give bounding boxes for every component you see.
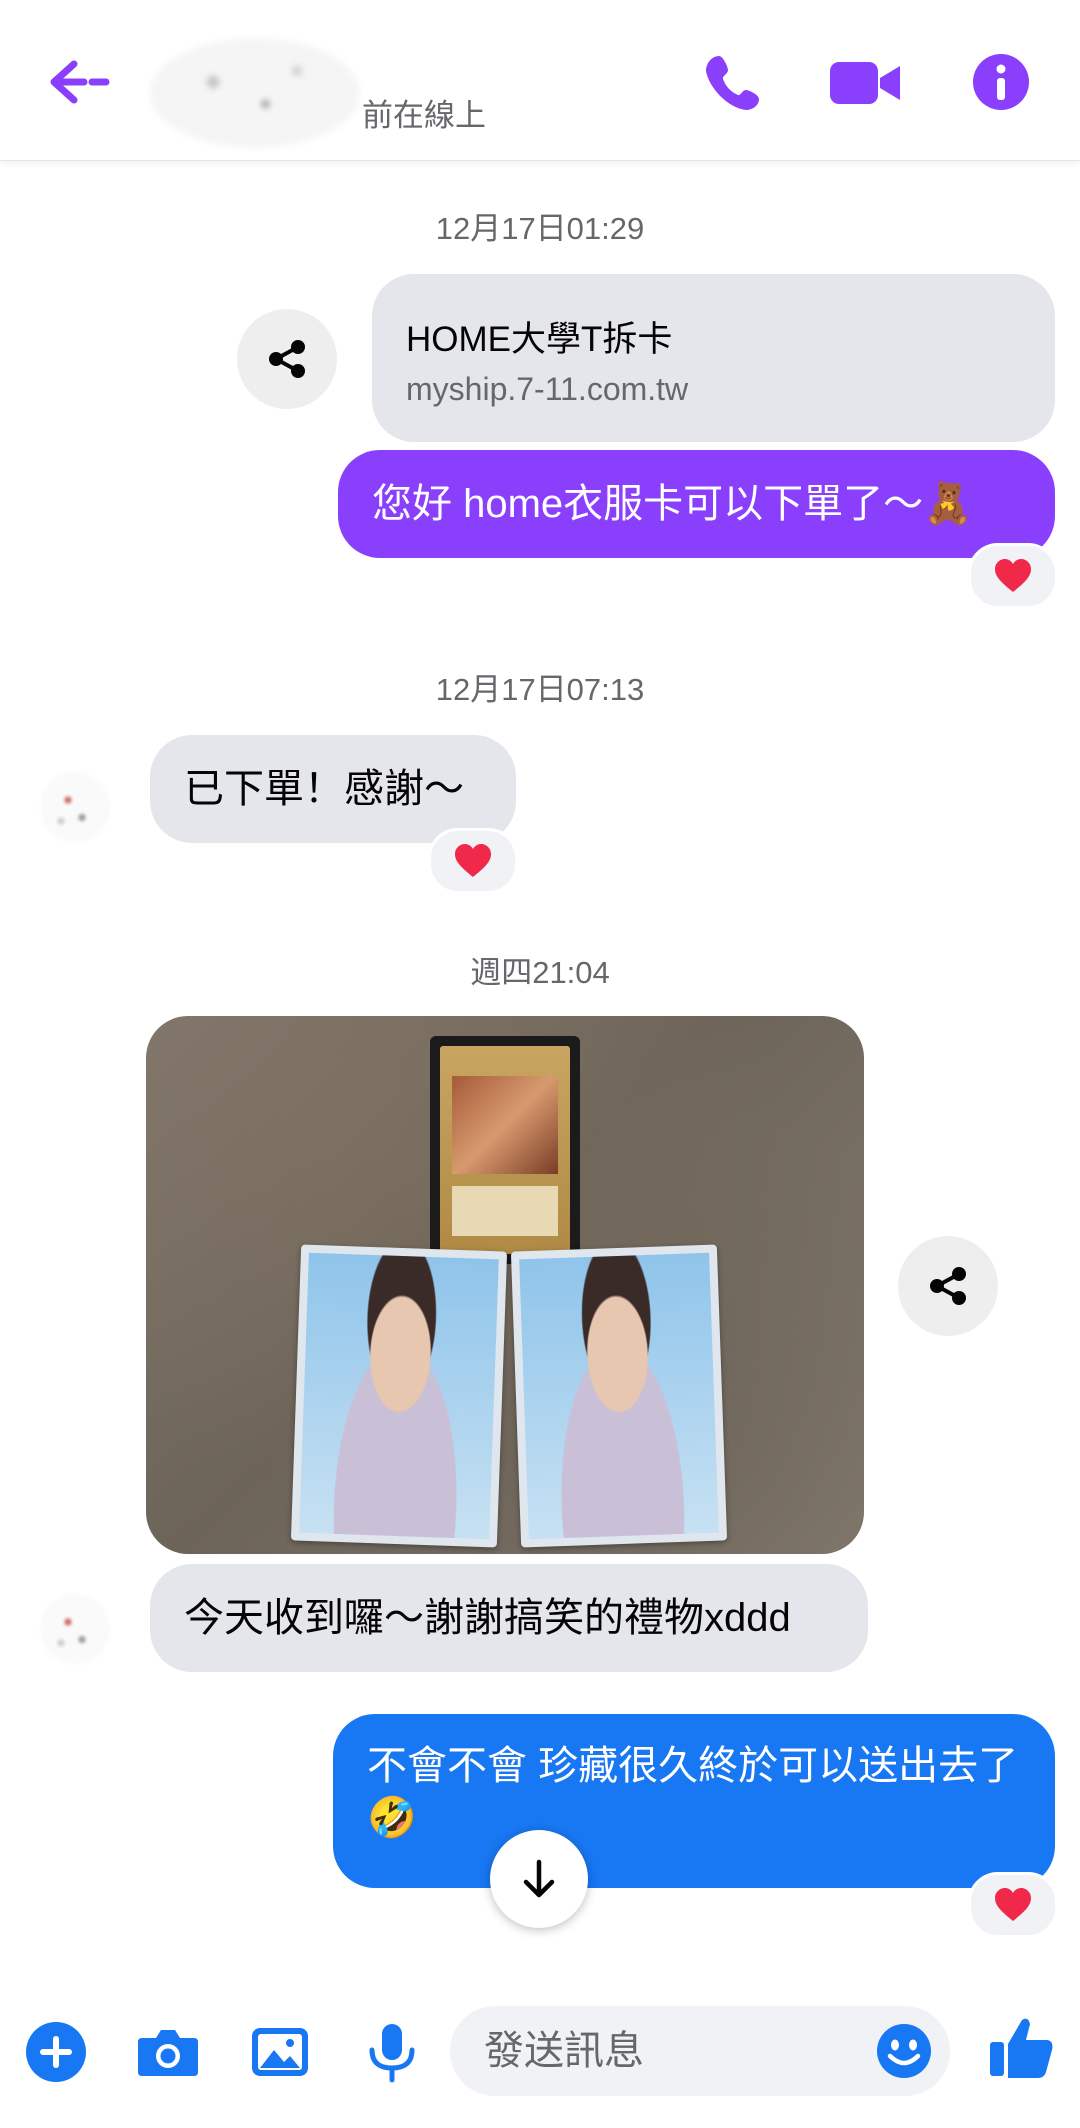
message-text: 已下單！感謝～ (184, 767, 464, 811)
outgoing-message[interactable]: 不會不會 珍藏很久終於可以送出去了 🤣 (333, 1714, 1055, 1888)
thumbs-up-icon (990, 2018, 1053, 2078)
photocard-image (510, 1244, 728, 1548)
sender-avatar[interactable] (40, 772, 110, 842)
emoji: 🤣 (367, 1796, 417, 1840)
message-text: 不會不會 珍藏很久終於可以送出去了 (367, 1744, 1019, 1788)
call-button[interactable] (698, 50, 768, 114)
back-button[interactable] (44, 50, 114, 114)
conversation-header: 前在線上 (0, 0, 1080, 161)
emoji: 🧸 (923, 482, 973, 526)
share-button[interactable] (237, 309, 337, 409)
message-text: 您好 home衣服卡可以下單了～ (372, 482, 924, 526)
active-status: 前在線上 (362, 98, 486, 133)
incoming-message[interactable]: 今天收到囉～謝謝搞笑的禮物xddd (150, 1564, 868, 1672)
arrow-down-icon (523, 1859, 555, 1898)
share-icon (930, 1267, 966, 1305)
camera-icon (138, 2030, 198, 2076)
timestamp: 12月17日01:29 (435, 211, 645, 246)
image-icon (252, 2028, 308, 2076)
timestamp: 12月17日07:13 (435, 672, 645, 707)
heart-icon (995, 559, 1031, 592)
info-button[interactable] (966, 50, 1036, 114)
phone-icon (706, 56, 759, 110)
plus-icon (26, 2022, 86, 2082)
share-icon (269, 340, 305, 378)
more-actions-button[interactable] (24, 2020, 88, 2084)
trading-card-image (430, 1036, 580, 1264)
heart-icon (995, 1888, 1031, 1921)
message-composer (0, 1990, 1080, 2128)
video-call-button[interactable] (828, 50, 904, 114)
voice-message-button[interactable] (360, 2020, 424, 2084)
photo-attachment[interactable] (146, 1016, 864, 1554)
message-text: 今天收到囉～謝謝搞笑的禮物xddd (184, 1596, 791, 1640)
scroll-to-bottom-button[interactable] (490, 1830, 588, 1928)
link-title: HOME大學T拆卡 (406, 320, 673, 359)
emoji-button[interactable] (875, 2022, 933, 2080)
back-arrow-icon (50, 60, 110, 104)
photocard-image (290, 1244, 508, 1548)
like-button[interactable] (986, 2012, 1058, 2084)
info-icon (973, 54, 1029, 110)
reaction-badge[interactable] (428, 828, 518, 894)
share-button[interactable] (898, 1236, 998, 1336)
outgoing-message[interactable]: 您好 home衣服卡可以下單了～🧸 (338, 450, 1055, 558)
link-url: myship.7-11.com.tw (406, 371, 689, 407)
heart-icon (455, 844, 491, 877)
sender-avatar[interactable] (40, 1594, 110, 1664)
video-camera-icon (830, 62, 900, 104)
contact-avatar[interactable] (150, 38, 360, 148)
reaction-badge[interactable] (968, 543, 1058, 609)
reaction-badge[interactable] (968, 1872, 1058, 1938)
timestamp: 週四21:04 (470, 955, 610, 990)
link-preview-card[interactable]: HOME大學T拆卡 myship.7-11.com.tw (372, 274, 1055, 442)
incoming-message[interactable]: 已下單！感謝～ (150, 735, 516, 843)
gallery-button[interactable] (248, 2020, 312, 2084)
camera-button[interactable] (136, 2020, 200, 2084)
emoji-icon (877, 2024, 931, 2078)
microphone-icon (369, 2024, 415, 2083)
